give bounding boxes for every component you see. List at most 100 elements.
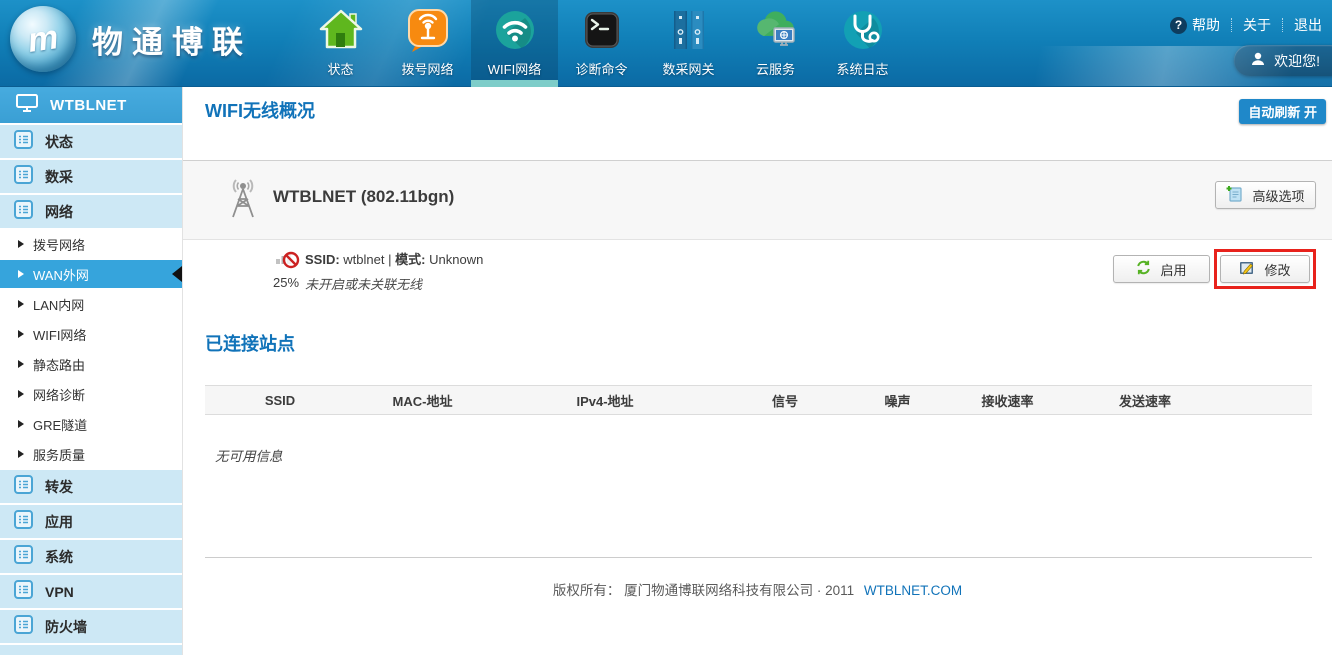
list-icon bbox=[14, 475, 33, 499]
wifi-status-row: 25% SSID: wtblnet | 模式: Unknown 未开启或未关联无… bbox=[183, 241, 1332, 311]
tab-label: 云服务 bbox=[756, 59, 795, 78]
connected-stations-title: 已连接站点 bbox=[205, 330, 295, 356]
user-icon bbox=[1250, 51, 1266, 70]
brand-logo: m 物通博联 bbox=[10, 6, 252, 72]
page-title: WIFI无线概况 bbox=[205, 97, 315, 123]
footer: 版权所有： 厦门物通博联网络科技有限公司 · 2011 WTBLNET.COM bbox=[183, 579, 1332, 599]
sidebar-item-firewall[interactable]: 防火墙 bbox=[0, 610, 182, 643]
mode-value: Unknown bbox=[429, 252, 483, 267]
tab-wifi-network[interactable]: WIFI网络 bbox=[471, 0, 558, 87]
sidebar-item-vpn[interactable]: VPN bbox=[0, 575, 182, 608]
list-icon bbox=[14, 130, 33, 154]
dial-network-icon bbox=[404, 6, 452, 54]
sidebar-item-net-diagnose[interactable]: 网络诊断 bbox=[0, 380, 182, 408]
list-icon bbox=[14, 510, 33, 534]
mode-label: 模式: bbox=[395, 252, 425, 267]
footer-divider bbox=[205, 557, 1312, 558]
footer-link[interactable]: WTBLNET.COM bbox=[864, 583, 962, 598]
sidebar-item-data-collect[interactable]: 数采 bbox=[0, 160, 182, 193]
tab-label: 拨号网络 bbox=[401, 59, 453, 78]
list-icon bbox=[14, 545, 33, 569]
tab-label: 状态 bbox=[327, 59, 353, 78]
syslog-icon bbox=[839, 6, 887, 54]
caret-right-icon bbox=[18, 360, 24, 368]
logo-sphere-icon: m bbox=[10, 6, 76, 72]
header-links: ? 帮助 关于 退出 bbox=[1170, 15, 1322, 35]
caret-right-icon bbox=[18, 240, 24, 248]
sidebar-item-wan[interactable]: WAN外网 bbox=[0, 260, 182, 288]
sidebar-item-lan[interactable]: LAN内网 bbox=[0, 290, 182, 318]
top-header: m 物通博联 状态 拨号网络 WIFI网络 bbox=[0, 0, 1332, 87]
tab-diagnostic-command[interactable]: 诊断命令 bbox=[558, 0, 645, 87]
ssid-label: SSID: bbox=[305, 252, 340, 267]
device-name: WTBLNET bbox=[50, 97, 127, 114]
page-plus-icon bbox=[1226, 185, 1243, 205]
stations-table-header: SSID MAC-地址 IPv4-地址 信号 噪声 接收速率 发送速率 bbox=[205, 385, 1312, 415]
modify-button[interactable]: 修改 bbox=[1220, 255, 1310, 283]
tab-label: 系统日志 bbox=[836, 59, 888, 78]
wifi-icon bbox=[491, 6, 539, 54]
antenna-icon bbox=[225, 177, 261, 224]
col-tx-rate: 发送速率 bbox=[1070, 391, 1220, 410]
advanced-options-button[interactable]: 高级选项 bbox=[1215, 181, 1316, 209]
sidebar: WTBLNET 状态 数采 网络 拨号网络 WAN外网 bbox=[0, 87, 183, 655]
auto-refresh-badge[interactable]: 自动刷新 开 bbox=[1239, 99, 1326, 124]
list-icon bbox=[14, 200, 33, 224]
col-mac: MAC-地址 bbox=[355, 391, 490, 410]
terminal-icon bbox=[578, 6, 626, 54]
sidebar-item-status[interactable]: 状态 bbox=[0, 125, 182, 158]
monitor-icon bbox=[16, 94, 38, 117]
gateway-icon bbox=[665, 6, 713, 54]
home-icon bbox=[317, 6, 365, 54]
list-icon bbox=[14, 165, 33, 189]
tab-status[interactable]: 状态 bbox=[297, 0, 384, 87]
col-rx-rate: 接收速率 bbox=[945, 391, 1070, 410]
modify-button-highlight: 修改 bbox=[1214, 249, 1316, 289]
tab-cloud-service[interactable]: 云服务 bbox=[732, 0, 819, 87]
col-ipv4: IPv4-地址 bbox=[490, 391, 720, 410]
refresh-icon bbox=[1136, 260, 1151, 278]
about-link[interactable]: 关于 bbox=[1243, 15, 1271, 35]
welcome-pill[interactable]: 欢迎您! bbox=[1234, 45, 1332, 76]
sidebar-item-forwarding[interactable]: 转发 bbox=[0, 470, 182, 503]
caret-right-icon bbox=[18, 330, 24, 338]
brand-name: 物通博联 bbox=[92, 17, 252, 62]
enable-button[interactable]: 启用 bbox=[1113, 255, 1210, 283]
main-nav: 状态 拨号网络 WIFI网络 诊断命令 bbox=[297, 0, 906, 87]
sidebar-item-network[interactable]: 网络 bbox=[0, 195, 182, 228]
sidebar-item-dial-network[interactable]: 拨号网络 bbox=[0, 230, 182, 258]
sidebar-item-application[interactable]: 应用 bbox=[0, 505, 182, 538]
empty-table-message: 无可用信息 bbox=[215, 445, 283, 465]
signal-percent: 25% bbox=[273, 275, 299, 290]
sidebar-item-gre-tunnel[interactable]: GRE隧道 bbox=[0, 410, 182, 438]
sidebar-item-static-route[interactable]: 静态路由 bbox=[0, 350, 182, 378]
caret-right-icon bbox=[18, 270, 24, 278]
cloud-icon bbox=[752, 6, 800, 54]
col-ssid: SSID bbox=[205, 393, 355, 408]
list-icon bbox=[14, 580, 33, 604]
edit-pencil-icon bbox=[1239, 260, 1255, 279]
tab-data-gateway[interactable]: 数采网关 bbox=[645, 0, 732, 87]
sidebar-item-wifi[interactable]: WIFI网络 bbox=[0, 320, 182, 348]
caret-right-icon bbox=[18, 450, 24, 458]
divider bbox=[1231, 18, 1232, 32]
help-icon: ? bbox=[1170, 17, 1187, 34]
tab-dial-network[interactable]: 拨号网络 bbox=[384, 0, 471, 87]
sidebar-menu: 状态 数采 网络 拨号网络 WAN外网 LAN内网 bbox=[0, 125, 182, 655]
logout-link[interactable]: 退出 bbox=[1294, 15, 1322, 35]
help-link[interactable]: 帮助 bbox=[1192, 15, 1220, 35]
router-admin-page: m 物通博联 状态 拨号网络 WIFI网络 bbox=[0, 0, 1332, 655]
tab-system-log[interactable]: 系统日志 bbox=[819, 0, 906, 87]
welcome-text: 欢迎您! bbox=[1274, 51, 1320, 71]
caret-right-icon bbox=[18, 390, 24, 398]
pipe-separator: | bbox=[388, 252, 391, 267]
sidebar-item-qos[interactable]: 服务质量 bbox=[0, 440, 182, 468]
tab-label: 数采网关 bbox=[662, 59, 714, 78]
col-noise: 噪声 bbox=[850, 391, 945, 410]
tab-label: 诊断命令 bbox=[575, 59, 627, 78]
sidebar-device-header[interactable]: WTBLNET bbox=[0, 87, 182, 123]
selected-notch-icon bbox=[172, 266, 182, 282]
device-title: WTBLNET (802.11bgn) bbox=[273, 187, 454, 207]
ssid-info: SSID: wtblnet | 模式: Unknown 未开启或未关联无线 bbox=[305, 249, 483, 293]
sidebar-item-system[interactable]: 系统 bbox=[0, 540, 182, 573]
